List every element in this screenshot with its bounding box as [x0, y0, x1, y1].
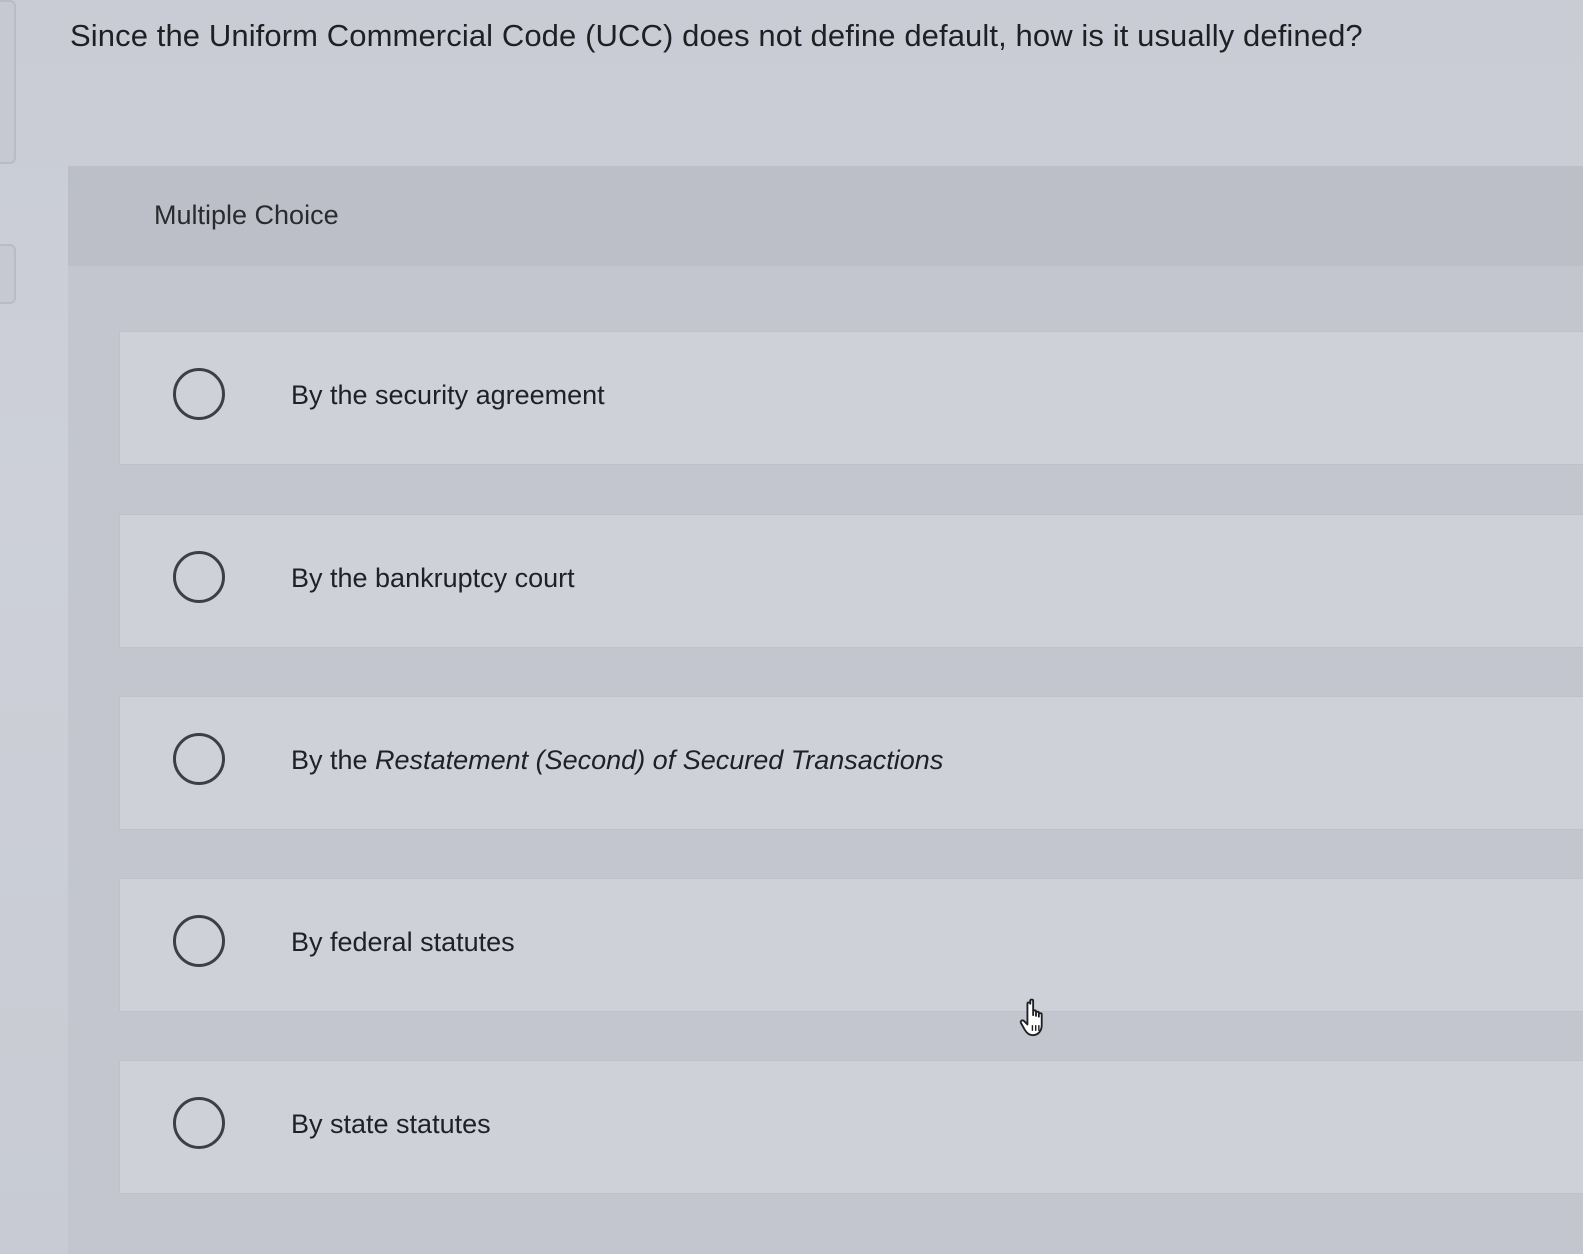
- multiple-choice-panel: Multiple Choice By the security agreemen…: [68, 166, 1583, 1254]
- answer-option-4[interactable]: By federal statutes: [120, 879, 1583, 1011]
- answer-option-5[interactable]: By state statutes: [120, 1061, 1583, 1193]
- panel-label: Multiple Choice: [154, 200, 339, 230]
- answer-option-label: By state statutes: [291, 1109, 491, 1139]
- radio-circle-icon[interactable]: [173, 733, 225, 785]
- answer-option-label: By federal statutes: [291, 927, 515, 957]
- radio-circle-icon[interactable]: [173, 551, 225, 603]
- answer-option-2[interactable]: By the bankruptcy court: [120, 515, 1583, 647]
- answer-option-label: By the Restatement (Second) of Secured T…: [291, 745, 944, 775]
- answer-option-3[interactable]: By the Restatement (Second) of Secured T…: [120, 697, 1583, 829]
- left-edge-tab: [0, 0, 16, 164]
- radio-circle-icon[interactable]: [173, 1097, 225, 1149]
- panel-header: Multiple Choice: [68, 166, 1583, 266]
- question-text: Since the Uniform Commercial Code (UCC) …: [70, 18, 1363, 53]
- radio-circle-icon[interactable]: [173, 915, 225, 967]
- radio-circle-icon[interactable]: [173, 368, 225, 420]
- answer-option-1[interactable]: By the security agreement: [120, 332, 1583, 464]
- hand-pointer-icon: [1019, 998, 1043, 1037]
- left-edge-tab-lower: [0, 244, 16, 304]
- answer-option-label: By the bankruptcy court: [291, 563, 575, 593]
- answer-option-label: By the security agreement: [291, 380, 605, 410]
